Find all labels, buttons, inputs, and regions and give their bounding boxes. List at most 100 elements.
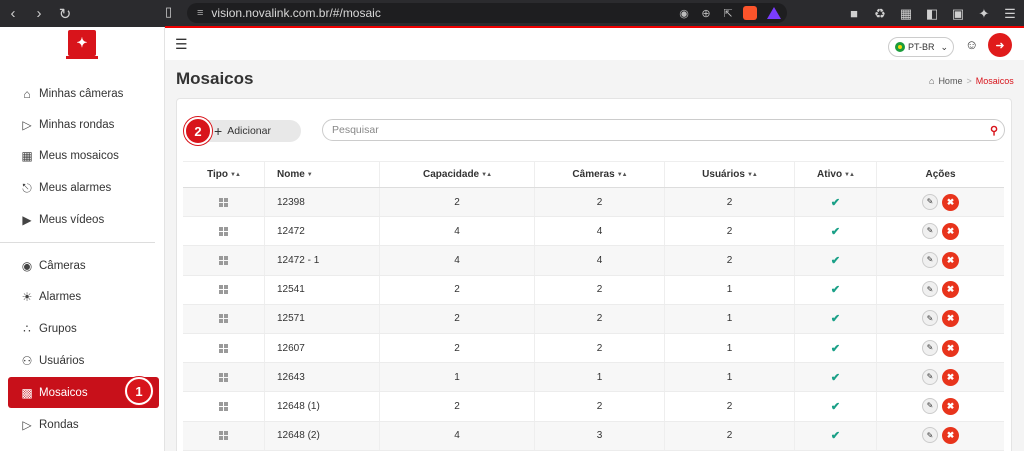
capacity-cell: 1 bbox=[380, 363, 535, 392]
cameras-cell: 2 bbox=[535, 304, 665, 333]
rewards-icon[interactable] bbox=[767, 7, 781, 19]
table-row[interactable]: 12643 1 1 1 ✔ ✎ ✖ bbox=[183, 363, 1004, 393]
location-icon[interactable]: ◉ bbox=[673, 7, 695, 20]
name-cell: 12541 bbox=[265, 275, 380, 304]
sidebar-item-label: Meus vídeos bbox=[39, 214, 105, 226]
capacity-cell: 4 bbox=[380, 421, 535, 450]
plus-icon: + bbox=[214, 123, 223, 139]
column-header-nome[interactable]: Nome ▼ bbox=[265, 162, 380, 187]
sidebar-item-minhas-cameras[interactable]: ⌂ Minhas câmeras bbox=[0, 79, 165, 109]
site-settings-icon[interactable]: ≡ bbox=[197, 7, 203, 19]
search-icon[interactable]: ⚲ bbox=[984, 124, 1004, 137]
leo-icon[interactable]: ✦ bbox=[976, 6, 992, 22]
reader-icon[interactable]: ▦ bbox=[898, 6, 914, 22]
users-cell: 2 bbox=[665, 421, 795, 450]
edit-button[interactable]: ✎ bbox=[922, 368, 938, 385]
sort-icon: ▼▲ bbox=[844, 171, 855, 178]
sidebar-toggle-icon[interactable]: ◧ bbox=[924, 6, 940, 22]
edit-button[interactable]: ✎ bbox=[922, 193, 938, 210]
sort-icon: ▼▲ bbox=[481, 171, 492, 178]
sidebar-item-minhas-rondas[interactable]: ▷ Minhas rondas bbox=[0, 110, 165, 140]
language-selector[interactable]: PT-BR ⌄ bbox=[888, 37, 954, 57]
check-icon: ✔ bbox=[830, 371, 841, 384]
capacity-cell: 2 bbox=[380, 304, 535, 333]
breadcrumb-home[interactable]: Home bbox=[938, 76, 962, 86]
active-cell: ✔ bbox=[795, 333, 877, 363]
sidebar-item-cameras[interactable]: ◉ Câmeras bbox=[0, 251, 165, 281]
table-row[interactable]: 12398 2 2 2 ✔ ✎ ✖ bbox=[183, 188, 1004, 218]
delete-button[interactable]: ✖ bbox=[942, 251, 959, 269]
bookmark-icon[interactable]: ▯ bbox=[165, 4, 172, 20]
language-label: PT-BR bbox=[908, 42, 935, 52]
hamburger-icon[interactable]: ☰ bbox=[175, 36, 188, 53]
reload-icon[interactable]: ↻ bbox=[52, 0, 78, 27]
sidebar-item-rondas[interactable]: ▷ Rondas bbox=[0, 410, 165, 440]
sidebar-item-label: Minhas câmeras bbox=[39, 88, 124, 100]
table-row[interactable]: 12472 4 4 2 ✔ ✎ ✖ bbox=[183, 217, 1004, 247]
column-header-capacidade[interactable]: Capacidade ▼▲ bbox=[380, 162, 535, 187]
edit-button[interactable]: ✎ bbox=[922, 397, 938, 414]
column-header-usuarios[interactable]: Usuários ▼▲ bbox=[665, 162, 795, 187]
edit-button[interactable]: ✎ bbox=[922, 339, 938, 356]
delete-button[interactable]: ✖ bbox=[942, 368, 959, 386]
name-cell: 12643 bbox=[265, 363, 380, 392]
check-icon: ✔ bbox=[830, 196, 841, 209]
sidebar-item-meus-videos[interactable]: ▶ Meus vídeos bbox=[0, 205, 165, 235]
home-icon: ⌂ bbox=[23, 87, 31, 101]
mosaic-grid-icon bbox=[219, 197, 228, 207]
delete-button[interactable]: ✖ bbox=[942, 193, 959, 211]
capacity-cell: 4 bbox=[380, 246, 535, 275]
table-row[interactable]: 12607 2 2 1 ✔ ✎ ✖ bbox=[183, 333, 1004, 364]
share-icon[interactable]: ⇱ bbox=[717, 7, 739, 20]
mosaic-grid-icon bbox=[219, 314, 228, 324]
table-row[interactable]: 12648 (1) 2 2 2 ✔ ✎ ✖ bbox=[183, 392, 1004, 422]
column-header-cameras[interactable]: Câmeras ▼▲ bbox=[535, 162, 665, 187]
user-icon[interactable]: ☺ bbox=[965, 37, 978, 52]
breadcrumb: ⌂ Home > Mosaicos bbox=[929, 76, 1014, 86]
sidebar-item-meus-mosaicos[interactable]: ▦ Meus mosaicos bbox=[0, 141, 165, 171]
edit-button[interactable]: ✎ bbox=[922, 310, 938, 327]
delete-button[interactable]: ✖ bbox=[942, 339, 959, 357]
brave-shield-icon[interactable] bbox=[743, 6, 757, 20]
sidebar-item-usuarios[interactable]: ⚇ Usuários bbox=[0, 346, 165, 376]
close-icon: ✖ bbox=[946, 313, 955, 324]
header-label: Tipo bbox=[207, 169, 229, 180]
table-row[interactable]: 12571 2 2 1 ✔ ✎ ✖ bbox=[183, 304, 1004, 334]
search-field[interactable]: ⚲ bbox=[322, 119, 1005, 141]
search-input[interactable] bbox=[332, 124, 984, 136]
delete-button[interactable]: ✖ bbox=[942, 222, 959, 240]
edit-button[interactable]: ✎ bbox=[922, 222, 938, 239]
table-row[interactable]: 12472 - 1 4 4 2 ✔ ✎ ✖ bbox=[183, 246, 1004, 276]
forward-icon[interactable]: › bbox=[26, 0, 52, 27]
edit-button[interactable]: ✎ bbox=[922, 251, 938, 268]
menu-icon[interactable]: ☰ bbox=[1002, 6, 1018, 22]
column-header-ativo[interactable]: Ativo ▼▲ bbox=[795, 162, 877, 187]
step-badge-1: 1 bbox=[125, 377, 153, 405]
check-icon: ✔ bbox=[830, 400, 841, 413]
capacity-cell: 2 bbox=[380, 275, 535, 304]
table-row[interactable]: 12648 (2) 4 3 2 ✔ ✎ ✖ bbox=[183, 421, 1004, 451]
sidebar-item-grupos[interactable]: ∴ Grupos bbox=[0, 314, 165, 344]
close-icon: ✖ bbox=[946, 342, 955, 353]
edit-button[interactable]: ✎ bbox=[922, 281, 938, 298]
zoom-icon[interactable]: ⊕ bbox=[695, 7, 717, 20]
edit-button[interactable]: ✎ bbox=[922, 427, 938, 444]
column-header-tipo[interactable]: Tipo ▼▲ bbox=[183, 162, 265, 187]
wallet-icon[interactable]: ▣ bbox=[950, 6, 966, 22]
delete-button[interactable]: ✖ bbox=[942, 427, 959, 445]
address-bar[interactable]: ≡ vision.novalink.com.br/#/mosaic ◉ ⊕ ⇱ bbox=[187, 3, 787, 23]
delete-button[interactable]: ✖ bbox=[942, 310, 959, 328]
pencil-icon: ✎ bbox=[926, 430, 934, 440]
sidebar-item-meus-alarmes[interactable]: ⎋ Meus alarmes bbox=[0, 173, 165, 203]
logo[interactable]: ✦ bbox=[68, 30, 96, 56]
delete-button[interactable]: ✖ bbox=[942, 281, 959, 299]
type-cell bbox=[183, 421, 265, 450]
table-row[interactable]: 12541 2 2 1 ✔ ✎ ✖ bbox=[183, 275, 1004, 305]
puzzle-icon[interactable]: ♻ bbox=[872, 6, 888, 22]
sidebar-item-alarmes[interactable]: ☀ Alarmes bbox=[0, 282, 165, 312]
delete-button[interactable]: ✖ bbox=[942, 397, 959, 415]
logout-button[interactable]: ➜ bbox=[988, 33, 1012, 57]
url-text[interactable]: vision.novalink.com.br/#/mosaic bbox=[211, 6, 673, 20]
extension-icon[interactable]: ■ bbox=[846, 6, 862, 21]
back-icon[interactable]: ‹ bbox=[0, 0, 26, 27]
